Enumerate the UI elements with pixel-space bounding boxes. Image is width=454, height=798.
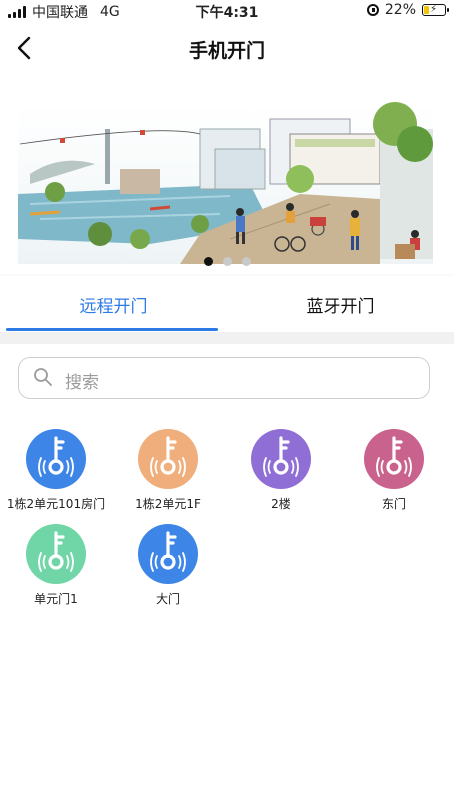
- active-tab-indicator: [6, 328, 218, 331]
- battery-icon: ⚡: [422, 4, 449, 16]
- key-icon: [38, 436, 74, 477]
- door-label: 大门: [155, 592, 180, 606]
- key-circle: [251, 429, 311, 489]
- search-placeholder: 搜索: [65, 373, 99, 393]
- door-label: 1栋2单元101房门: [6, 497, 106, 511]
- carousel-dot[interactable]: [241, 257, 251, 266]
- section-divider: [0, 332, 454, 344]
- tab-remote-open[interactable]: 远程开门: [0, 276, 227, 332]
- nav-bar: 手机开门: [0, 22, 454, 74]
- door-key-item[interactable]: 东门: [338, 429, 450, 512]
- door-label: 东门: [381, 497, 406, 511]
- door-label: 2楼: [271, 497, 291, 511]
- door-label: 单元门1: [34, 592, 78, 606]
- tab-bluetooth-open[interactable]: 蓝牙开门: [227, 276, 454, 332]
- door-list-panel: 搜索 1栋2单元101房门 1栋2单元1F 2楼 东门 单元门1 大门: [0, 344, 454, 798]
- carousel-dot[interactable]: [222, 257, 232, 266]
- carousel-dot[interactable]: [203, 257, 213, 266]
- tab-bar: 远程开门 蓝牙开门: [0, 276, 454, 332]
- battery-percent: 22%: [384, 2, 416, 18]
- door-label: 1栋2单元1F: [135, 497, 201, 511]
- page-title: 手机开门: [188, 40, 265, 62]
- key-circle: [364, 429, 424, 489]
- key-icon: [263, 436, 299, 477]
- door-key-item[interactable]: 大门: [112, 524, 224, 607]
- key-icon: [38, 531, 74, 572]
- door-key-item[interactable]: 1栋2单元101房门: [0, 429, 112, 512]
- search-icon: [34, 368, 52, 386]
- key-circle: [26, 524, 86, 584]
- key-icon: [150, 531, 186, 572]
- key-circle: [26, 429, 86, 489]
- door-key-item[interactable]: 2楼: [225, 429, 337, 512]
- key-icon: [376, 436, 412, 477]
- carousel-indicator: [0, 257, 454, 266]
- banner-carousel[interactable]: [0, 74, 454, 274]
- door-key-item[interactable]: 1栋2单元1F: [112, 429, 224, 512]
- key-circle: [138, 524, 198, 584]
- orientation-lock-icon: [366, 4, 379, 16]
- city-waterfront-illustration: [18, 102, 433, 264]
- status-bar: 中国联通 4G 下午4:31 22% ⚡: [0, 0, 454, 22]
- key-circle: [138, 429, 198, 489]
- search-input[interactable]: 搜索: [18, 357, 430, 399]
- door-key-item[interactable]: 单元门1: [0, 524, 112, 607]
- key-icon: [150, 436, 186, 477]
